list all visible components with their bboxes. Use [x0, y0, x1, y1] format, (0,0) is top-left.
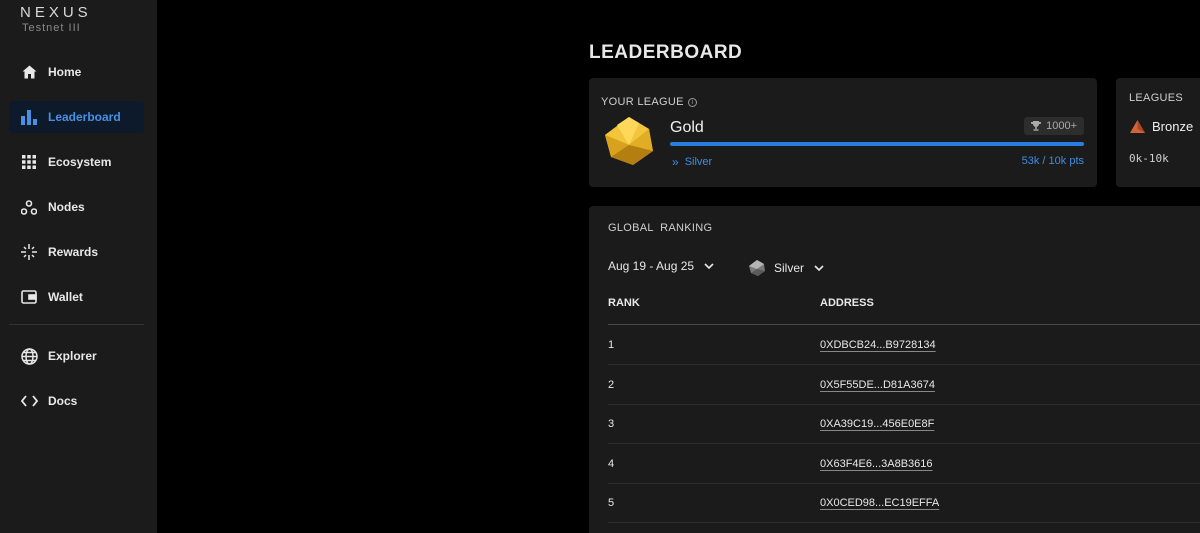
sidebar-item-home[interactable]: Home [9, 56, 144, 88]
trophy-badge-text: 1000+ [1046, 120, 1077, 132]
sidebar-item-label: Rewards [48, 245, 99, 259]
address-link[interactable]: 0X5F55DE...D81A3674 [820, 379, 935, 391]
sidebar-item-ecosystem[interactable]: Ecosystem [9, 146, 144, 178]
leagues-item-bronze[interactable]: Bronze [1130, 119, 1193, 134]
trophy-badge: 1000+ [1024, 117, 1084, 135]
sidebar-item-nodes[interactable]: Nodes [9, 191, 144, 223]
league-filter-value: Silver [774, 261, 805, 275]
sidebar-divider [9, 324, 144, 325]
brand: NEXUS Testnet III [20, 4, 92, 34]
column-header-address: ADDRESS [820, 297, 874, 309]
leagues-card: LEAGUES Bronze 0k-10k [1116, 78, 1200, 187]
sidebar-item-leaderboard[interactable]: Leaderboard [9, 101, 144, 133]
chevron-down-icon [704, 263, 714, 269]
brand-subtitle: Testnet III [22, 22, 81, 34]
rank-cell: 5 [608, 497, 615, 509]
double-chevron-right-icon: » [672, 155, 679, 169]
address-link[interactable]: 0XDBCB24...B9728134 [820, 339, 936, 351]
next-league-name: Silver [684, 156, 713, 168]
league-name: Gold [670, 119, 704, 136]
sidebar-item-rewards[interactable]: Rewards [9, 236, 144, 268]
leagues-item-label: Bronze [1152, 119, 1194, 134]
rank-cell: 2 [608, 379, 615, 391]
sidebar-item-label: Ecosystem [48, 155, 112, 169]
globe-icon [20, 347, 38, 365]
gold-gem-icon [603, 115, 655, 172]
leagues-item-range: 0k-10k [1129, 152, 1169, 165]
global-ranking-card: GLOBAL RANKING Aug 19 - Aug 25 Silver RA… [589, 206, 1200, 533]
sidebar-item-label: Wallet [48, 290, 83, 304]
sidebar-item-label: Docs [48, 394, 78, 408]
league-filter-dropdown[interactable]: Silver [748, 259, 824, 277]
rank-cell: 3 [608, 418, 615, 430]
your-league-card: YOUR LEAGUE i Gold 1000+ » Silver 53k / 1… [589, 78, 1097, 187]
info-icon[interactable]: i [687, 98, 697, 107]
global-ranking-label: GLOBAL RANKING [608, 222, 713, 234]
home-icon [20, 63, 38, 81]
sidebar-item-docs[interactable]: Docs [9, 385, 144, 417]
nodes-icon [20, 198, 38, 216]
silver-gem-icon [749, 260, 765, 276]
sidebar: NEXUS Testnet III Home Leaderboard Ecosy… [0, 0, 157, 533]
your-league-label: YOUR LEAGUE [601, 96, 684, 108]
sidebar-item-explorer[interactable]: Explorer [9, 340, 144, 372]
wallet-icon [20, 288, 38, 306]
sparkle-icon [20, 243, 38, 261]
sidebar-item-label: Nodes [48, 200, 85, 214]
address-link[interactable]: 0X63F4E6...3A8B3616 [820, 458, 933, 470]
bar-chart-icon [20, 108, 38, 126]
league-progress-bar [670, 142, 1084, 146]
table-row: 1 0XDBCB24...B9728134 [608, 325, 1200, 365]
table-row: 4 0X63F4E6...3A8B3616 [608, 444, 1200, 484]
date-range-dropdown[interactable]: Aug 19 - Aug 25 [608, 259, 714, 273]
next-league-link[interactable]: » Silver [672, 155, 712, 169]
bronze-gem-icon [1130, 120, 1145, 133]
rank-cell: 4 [608, 458, 615, 470]
sidebar-item-label: Explorer [48, 349, 97, 363]
league-progress-fill [670, 142, 1084, 146]
table-row: 3 0XA39C19...456E0E8F [608, 404, 1200, 444]
code-icon [20, 392, 38, 410]
column-header-rank: RANK [608, 297, 640, 309]
trophy-icon [1031, 121, 1042, 131]
address-link[interactable]: 0X0CED98...EC19EFFA [820, 497, 939, 509]
date-range-value: Aug 19 - Aug 25 [608, 259, 695, 273]
brand-name: NEXUS [20, 4, 92, 21]
rank-cell: 1 [608, 339, 615, 351]
page-title: LEADERBOARD [589, 42, 743, 63]
leagues-label: LEAGUES [1129, 92, 1184, 104]
address-link[interactable]: 0XA39C19...456E0E8F [820, 418, 934, 430]
table-row: 2 0X5F55DE...D81A3674 [608, 365, 1200, 405]
league-points: 53k / 10k pts [1021, 155, 1084, 167]
grid-icon [20, 153, 38, 171]
sidebar-item-wallet[interactable]: Wallet [9, 281, 144, 313]
table-row: 5 0X0CED98...EC19EFFA [608, 483, 1200, 523]
sidebar-item-label: Leaderboard [48, 110, 121, 124]
sidebar-item-label: Home [48, 65, 82, 79]
chevron-down-icon [814, 265, 824, 271]
